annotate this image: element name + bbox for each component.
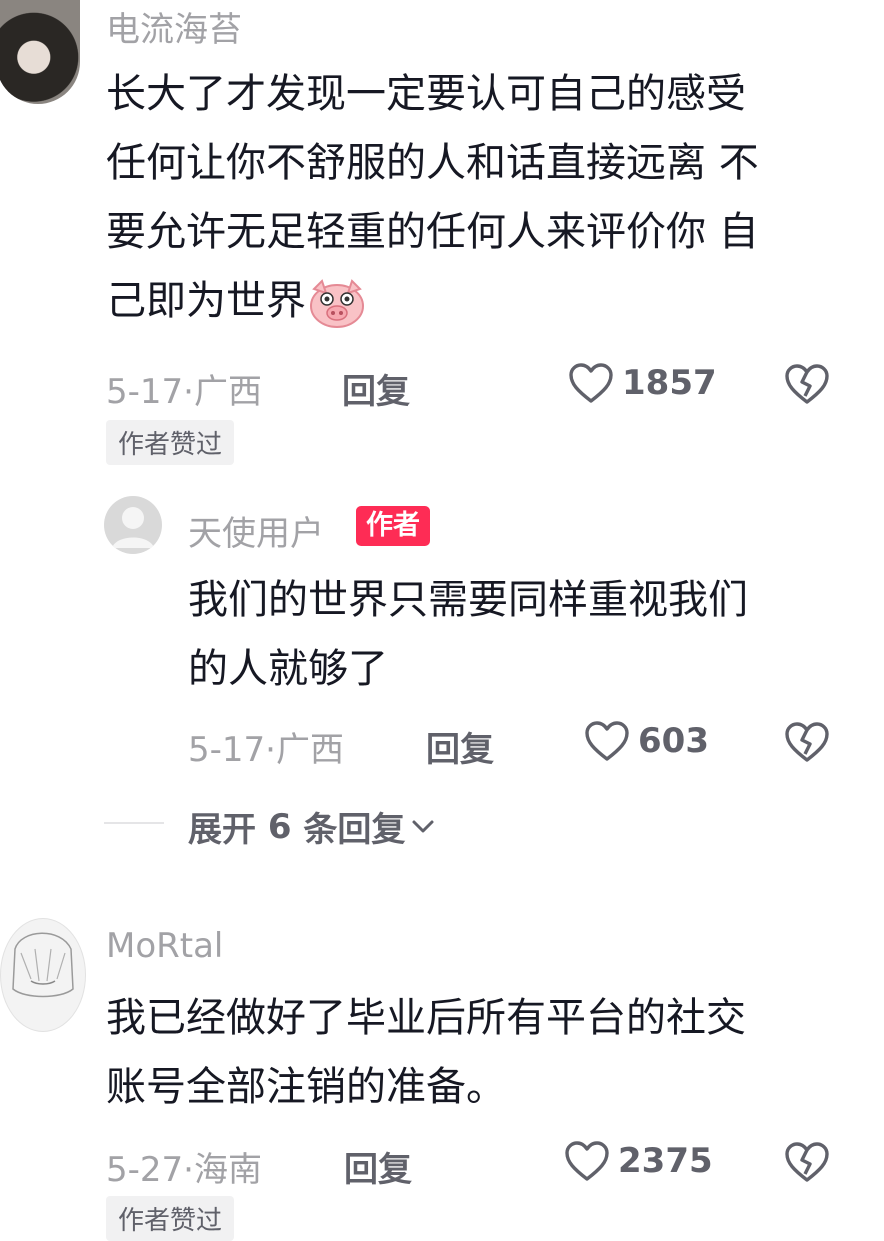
dislike-button[interactable] bbox=[784, 1140, 830, 1184]
chevron-down-icon bbox=[412, 820, 434, 832]
comment-line: 账号全部注销的准备。 bbox=[106, 1064, 506, 1110]
avatar[interactable] bbox=[0, 918, 86, 1032]
dislike-button[interactable] bbox=[784, 362, 830, 406]
expand-count: 6 bbox=[267, 806, 292, 847]
reply-button[interactable]: 回复 bbox=[344, 1142, 412, 1191]
comment-date: 5-27· bbox=[106, 1150, 194, 1190]
pig-face-emoji-icon bbox=[310, 279, 364, 328]
reply-text: 我们的世界只需要同样重视我们 的人就够了 bbox=[188, 566, 748, 704]
broken-heart-icon bbox=[785, 722, 829, 762]
comment-meta: 5-17·广西 bbox=[106, 364, 262, 413]
like-button[interactable]: 2375 bbox=[564, 1140, 713, 1182]
expand-divider bbox=[104, 822, 164, 824]
avatar[interactable] bbox=[0, 0, 80, 104]
reply-button[interactable]: 回复 bbox=[342, 364, 410, 413]
comment-line: 长大了才发现一定要认可自己的感受 bbox=[106, 71, 746, 117]
reply-username[interactable]: 天使用户 bbox=[188, 506, 324, 555]
like-count: 603 bbox=[638, 721, 709, 761]
comment-text: 长大了才发现一定要认可自己的感受 任何让你不舒服的人和话直接远离 不 要允许无足… bbox=[106, 60, 759, 336]
comment-line: 要允许无足轻重的任何人来评价你 自 bbox=[106, 209, 759, 255]
comment-line: 的人就够了 bbox=[188, 646, 388, 692]
expand-label-prefix: 展开 bbox=[188, 810, 268, 850]
comment-location: 海南 bbox=[193, 1150, 262, 1190]
comment-line-with-emoji: 己即为世界 bbox=[106, 267, 759, 336]
comment-text: 我已经做好了毕业后所有平台的社交 账号全部注销的准备。 bbox=[106, 984, 746, 1122]
comment-line: 己即为世界 bbox=[106, 278, 306, 324]
author-liked-badge: 作者赞过 bbox=[106, 420, 235, 465]
expand-replies-button[interactable]: 展开 6 条回复 bbox=[188, 802, 435, 851]
reply-date: 5-17· bbox=[188, 730, 276, 770]
heart-icon bbox=[565, 1141, 609, 1181]
like-button[interactable]: 1857 bbox=[568, 362, 717, 404]
reply-meta: 5-17·广西 bbox=[188, 722, 344, 771]
comment-username[interactable]: MoRtal bbox=[106, 926, 223, 966]
comment-date: 5-17· bbox=[106, 372, 194, 412]
comment-username[interactable]: 电流海苔 bbox=[106, 2, 242, 51]
broken-heart-icon bbox=[785, 364, 829, 404]
reply-location: 广西 bbox=[275, 730, 344, 770]
comment-line: 任何让你不舒服的人和话直接远离 不 bbox=[106, 140, 759, 186]
dislike-button[interactable] bbox=[784, 720, 830, 764]
heart-icon bbox=[585, 721, 629, 761]
broken-heart-icon bbox=[785, 1142, 829, 1182]
heart-icon bbox=[569, 363, 613, 403]
like-count: 2375 bbox=[618, 1141, 713, 1181]
comment-line: 我已经做好了毕业后所有平台的社交 bbox=[106, 995, 746, 1041]
comment-location: 广西 bbox=[193, 372, 262, 412]
avatar[interactable] bbox=[104, 496, 162, 554]
default-avatar-icon bbox=[112, 507, 154, 548]
anime-avatar-icon bbox=[12, 932, 74, 998]
author-liked-badge: 作者赞过 bbox=[106, 1196, 235, 1241]
reply-button[interactable]: 回复 bbox=[426, 722, 494, 771]
like-count: 1857 bbox=[622, 363, 717, 403]
comment-line: 我们的世界只需要同样重视我们 bbox=[188, 577, 748, 623]
like-button[interactable]: 603 bbox=[584, 720, 709, 762]
author-tag-badge: 作者 bbox=[356, 506, 430, 546]
expand-label-suffix: 条回复 bbox=[291, 810, 406, 850]
comment-meta: 5-27·海南 bbox=[106, 1142, 262, 1191]
